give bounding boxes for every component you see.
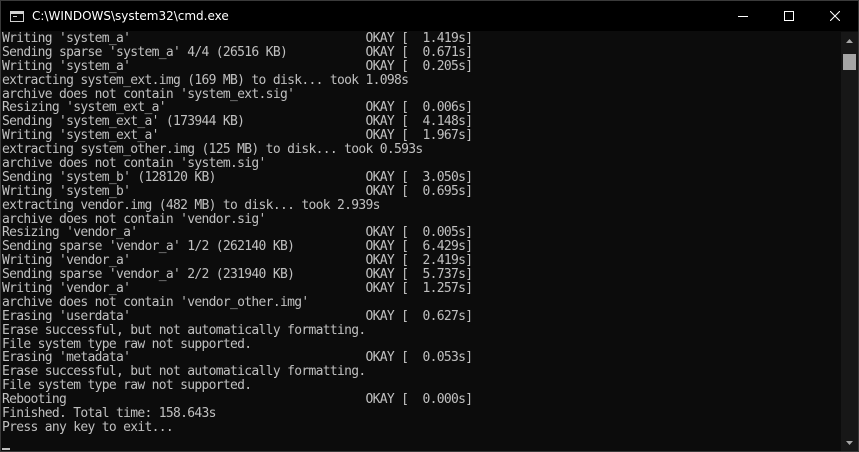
arrow-up-icon: [846, 38, 853, 43]
window-title: C:\WINDOWS\system32\cmd.exe: [32, 9, 229, 23]
close-button[interactable]: [812, 1, 858, 31]
maximize-button[interactable]: [766, 1, 812, 31]
scrollbar-thumb[interactable]: [843, 54, 856, 70]
maximize-icon: [784, 11, 794, 21]
minimize-icon: [738, 16, 748, 17]
text-cursor: [2, 448, 10, 450]
title-bar[interactable]: C:\WINDOWS\system32\cmd.exe: [1, 1, 858, 31]
console-app-icon[interactable]: [10, 10, 24, 22]
close-icon: [830, 11, 840, 21]
scroll-down-button[interactable]: [841, 434, 858, 451]
minimize-button[interactable]: [720, 1, 766, 31]
console-output[interactable]: Writing 'system_a' OKAY [ 1.419s] Sending…: [2, 32, 840, 451]
cmd-window: C:\WINDOWS\system32\cmd.exe Writing 'sys…: [0, 0, 859, 452]
caption-buttons: [720, 1, 858, 31]
console-line: Press any key to exit...: [2, 419, 174, 436]
scroll-up-button[interactable]: [841, 32, 858, 49]
vertical-scrollbar[interactable]: [841, 32, 858, 451]
arrow-down-icon: [846, 440, 853, 445]
